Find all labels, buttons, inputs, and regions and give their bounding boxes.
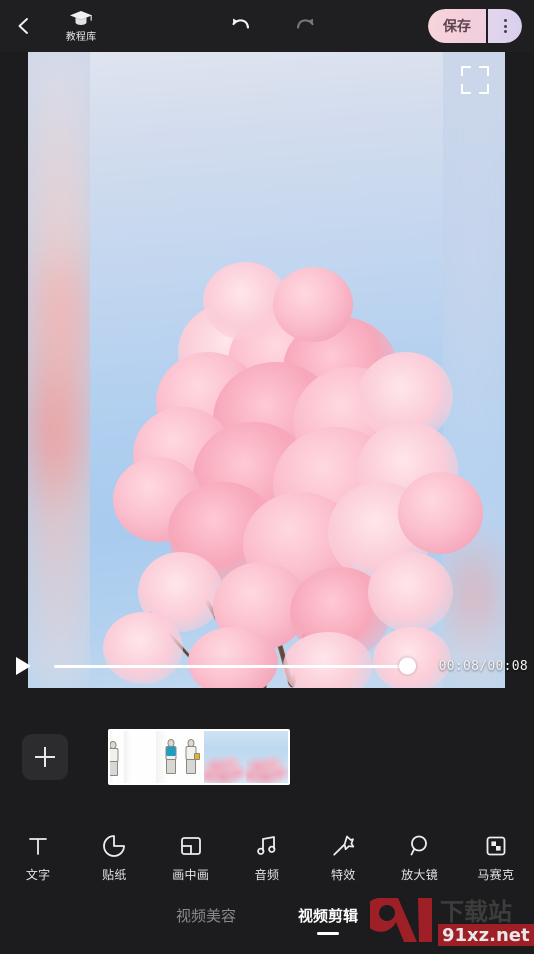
clip-frame [246, 731, 288, 783]
tool-audio[interactable]: 音频 [229, 826, 305, 890]
play-triangle-icon [15, 657, 31, 675]
blossom [368, 552, 453, 632]
redo-arrow-icon [296, 18, 314, 29]
top-bar: 教程库 保存 [0, 0, 534, 52]
tool-pip[interactable]: 画中画 [153, 826, 229, 890]
tool-magnifier[interactable]: 放大镜 [381, 826, 457, 890]
music-note-icon [254, 833, 280, 859]
editing-toolbar: 文字 贴纸 画中画 音频 特效 放大镜 马赛克 [0, 826, 534, 890]
blossom [273, 267, 353, 342]
redo-button[interactable] [284, 0, 328, 52]
tab-indicator-active [317, 932, 339, 935]
plus-icon [35, 747, 55, 767]
magic-wand-icon [330, 833, 356, 859]
text-t-icon [25, 833, 51, 859]
tool-mosaic-label: 马赛克 [477, 868, 515, 882]
video-frame[interactable] [28, 52, 505, 688]
add-clip-button[interactable] [22, 734, 68, 780]
magnifier-icon [407, 833, 433, 859]
progress-track [54, 657, 416, 675]
tool-effects[interactable]: 特效 [305, 826, 381, 890]
top-actions-group: 保存 [428, 9, 522, 43]
tab-video-edit-label: 视频剪辑 [298, 907, 359, 926]
tutorial-library-button[interactable]: 教程库 [48, 0, 114, 52]
undo-arrow-icon [232, 18, 250, 29]
fullscreen-brackets-icon [461, 66, 471, 76]
tab-indicator [195, 932, 217, 935]
time-display: 00:08/00:08 [438, 658, 528, 674]
tool-mosaic[interactable]: 马赛克 [458, 826, 534, 890]
tutorial-library-label: 教程库 [65, 31, 97, 43]
blurred-left-fill [28, 52, 90, 688]
undo-redo-group [218, 0, 328, 52]
back-button[interactable] [0, 0, 48, 52]
progress-knob[interactable] [399, 657, 416, 675]
tool-text[interactable]: 文字 [0, 826, 76, 890]
tab-video-beauty-label: 视频美容 [175, 907, 236, 926]
save-button[interactable]: 保存 [428, 9, 486, 43]
bottom-tab-bar: 视频美容 视频剪辑 [0, 890, 534, 950]
tab-video-beauty[interactable]: 视频美容 [176, 905, 236, 935]
chevron-left-icon [18, 18, 28, 34]
mosaic-icon [483, 833, 509, 859]
clip-frame [204, 731, 246, 783]
video-preview-area[interactable] [0, 52, 534, 688]
figure-silhouette [110, 741, 120, 779]
progress-slider[interactable] [46, 648, 424, 684]
tool-effects-label: 特效 [330, 868, 356, 882]
tool-audio-label: 音频 [254, 868, 280, 882]
tool-magnifier-label: 放大镜 [401, 868, 438, 882]
tool-sticker[interactable]: 贴纸 [76, 826, 152, 890]
tool-sticker-label: 贴纸 [102, 868, 127, 882]
more-vertical-icon [503, 19, 507, 33]
picture-in-picture-icon [178, 833, 204, 859]
graduation-cap-icon [70, 10, 92, 25]
figure-silhouette [183, 739, 200, 779]
figure-silhouette [163, 739, 179, 779]
play-button[interactable] [0, 657, 46, 675]
blossom [398, 472, 483, 554]
more-options-button[interactable] [488, 9, 522, 43]
clip-frame [110, 731, 124, 783]
undo-button[interactable] [218, 0, 262, 52]
clip-frame [156, 731, 204, 783]
selected-clip[interactable] [108, 729, 290, 785]
sticker-icon [101, 833, 127, 859]
fullscreen-button[interactable] [461, 66, 489, 94]
clip-frame [124, 731, 156, 783]
tool-text-label: 文字 [25, 868, 51, 882]
playback-controls: 00:08/00:08 [0, 648, 534, 684]
tab-video-edit[interactable]: 视频剪辑 [298, 905, 358, 935]
clip-timeline [0, 716, 534, 798]
progress-fill [54, 665, 412, 668]
tool-pip-label: 画中画 [172, 868, 210, 882]
